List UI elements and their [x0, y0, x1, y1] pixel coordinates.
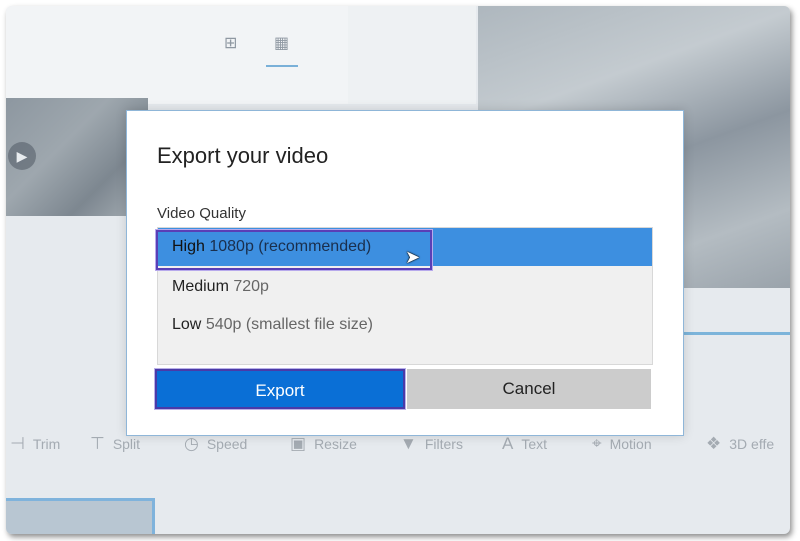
tool-label: Text: [521, 436, 548, 452]
3d-effects-icon: ❖: [706, 434, 722, 453]
option-name: Low: [172, 316, 202, 333]
video-quality-label: Video Quality: [157, 205, 246, 222]
split-icon: ⊤: [90, 434, 105, 453]
panel-divider: [348, 6, 476, 104]
tool-label: Split: [112, 436, 141, 452]
text-icon: A: [502, 434, 514, 453]
option-name: High: [172, 238, 205, 255]
tool-label: Trim: [32, 436, 61, 452]
quality-option-high[interactable]: High 1080p (recommended) ➤: [156, 228, 652, 270]
dialog-title: Export your video: [157, 143, 329, 168]
cancel-button[interactable]: Cancel: [407, 369, 651, 409]
grid-3x3-icon[interactable]: ▦: [274, 36, 290, 52]
tool-3d-effects[interactable]: ❖ 3D effe: [706, 428, 774, 460]
play-icon[interactable]: ▶: [8, 142, 36, 170]
export-button[interactable]: Export: [155, 369, 405, 409]
mouse-cursor-icon: ➤: [405, 247, 421, 267]
trim-icon: ⊣: [10, 434, 25, 453]
tool-label: Resize: [314, 436, 357, 452]
option-detail: 1080p (recommended): [209, 238, 372, 255]
video-quality-list[interactable]: High 1080p (recommended) ➤ Medium 720p L…: [156, 227, 653, 365]
option-detail: 540p (smallest file size): [205, 316, 373, 333]
speed-icon: ◷: [184, 434, 199, 453]
quality-option-medium[interactable]: Medium 720p: [158, 268, 652, 306]
tool-label: 3D effe: [729, 436, 775, 452]
storyboard-header: ⊞ ▦: [6, 6, 348, 104]
option-detail: 720p: [233, 278, 269, 295]
motion-icon: ⌖: [592, 434, 602, 453]
active-view-indicator: [266, 65, 298, 67]
quality-option-low[interactable]: Low 540p (smallest file size): [158, 306, 652, 344]
storyboard-clip[interactable]: [6, 498, 155, 534]
resize-icon: ▣: [290, 434, 307, 453]
export-dialog: Export your video Video Quality High 108…: [126, 110, 684, 436]
grid-2x2-icon[interactable]: ⊞: [224, 36, 240, 52]
tool-trim[interactable]: ⊣ Trim: [10, 428, 60, 460]
tool-label: Filters: [424, 436, 463, 452]
filters-icon: ▼: [400, 434, 417, 453]
tool-label: Speed: [206, 436, 248, 452]
app-window: ⊞ ▦ ▶ ⊣ Trim ⊤ Split ◷ Speed ▣ Resize ▼ …: [6, 6, 790, 534]
option-name: Medium: [172, 278, 229, 295]
tool-label: Motion: [609, 436, 652, 452]
